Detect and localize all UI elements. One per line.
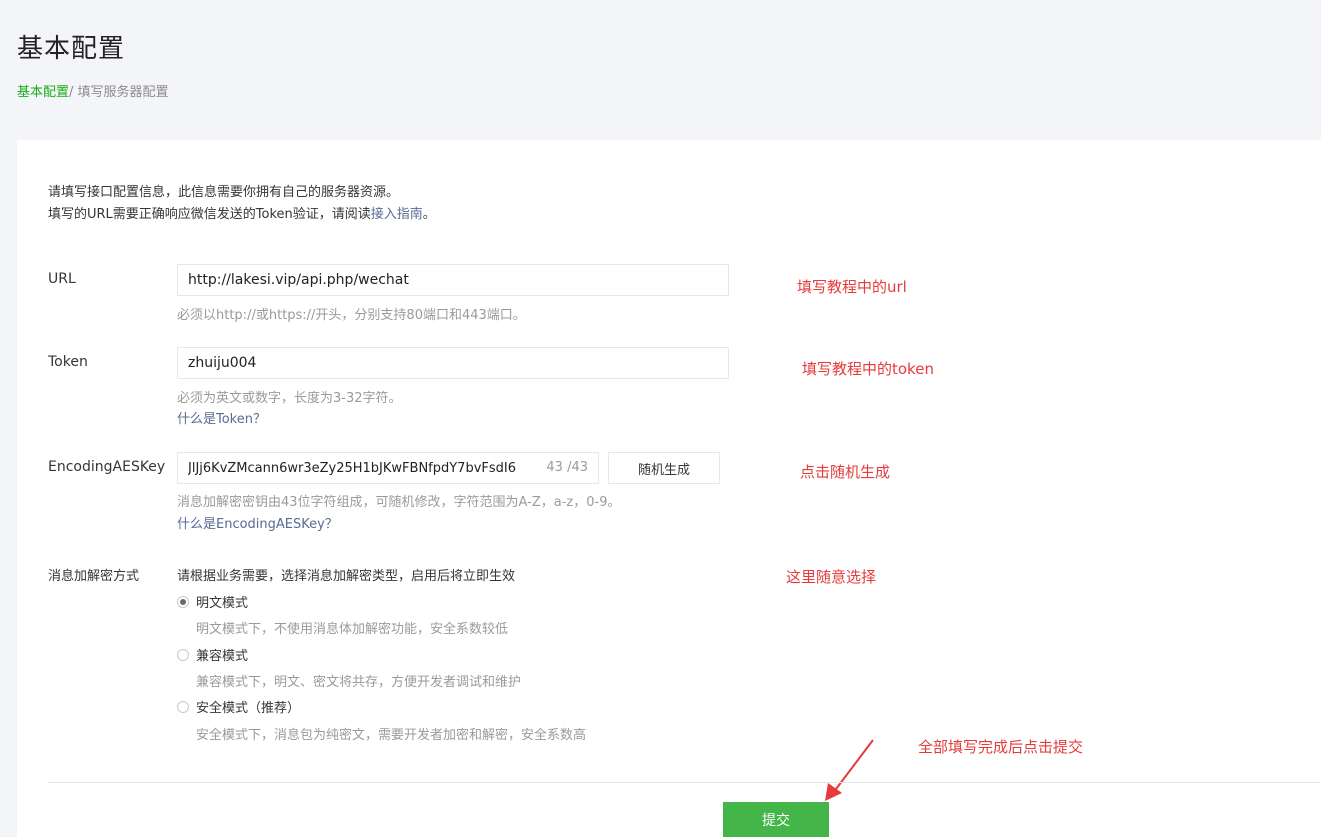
radio-unchecked-icon[interactable] <box>177 700 189 713</box>
url-input[interactable] <box>177 264 729 296</box>
what-is-aes-link[interactable]: 什么是EncodingAESKey？ <box>177 513 338 532</box>
mode-label: 消息加解密方式 <box>48 569 140 584</box>
token-label: Token <box>48 354 88 370</box>
arrow-icon <box>825 739 874 801</box>
intro-text: 请填写接口配置信息，此信息需要你拥有自己的服务器资源。 填写的URL需要正确响应… <box>48 182 436 226</box>
breadcrumb: 基本配置/ 填写服务器配置 <box>17 81 169 100</box>
aes-field: 43 /43 <box>177 452 599 484</box>
token-annotation: 填写教程中的token <box>802 360 934 378</box>
url-annotation: 填写教程中的url <box>797 278 907 296</box>
mode-option-plaintext[interactable]: 明文模式 <box>177 592 248 611</box>
mode-description: 请根据业务需要，选择消息加解密类型，启用后将立即生效 <box>177 569 516 584</box>
token-input[interactable] <box>177 347 729 379</box>
url-label: URL <box>48 271 76 287</box>
mode-option-desc: 明文模式下，不使用消息体加解密功能，安全系数较低 <box>196 622 509 637</box>
intro-line-1: 请填写接口配置信息，此信息需要你拥有自己的服务器资源。 <box>48 185 400 200</box>
url-tip: 必须以http://或https://开头，分别支持80端口和443端口。 <box>177 308 526 323</box>
aes-input[interactable] <box>178 453 533 483</box>
intro-line-2: 填写的URL需要正确响应微信发送的Token验证，请阅读接入指南。 <box>48 204 436 226</box>
random-generate-button[interactable]: 随机生成 <box>608 452 720 484</box>
aes-tip: 消息加解密密钥由43位字符组成，可随机修改，字符范围为A-Z，a-z，0-9。 <box>177 495 621 510</box>
divider <box>47 782 1321 783</box>
radio-unchecked-icon[interactable] <box>177 648 189 661</box>
mode-option-secure[interactable]: 安全模式（推荐） <box>177 697 300 716</box>
page-title: 基本配置 <box>17 34 126 64</box>
what-is-token-link[interactable]: 什么是Token？ <box>177 408 266 427</box>
breadcrumb-current: 填写服务器配置 <box>73 85 169 100</box>
aes-label: EncodingAESKey <box>48 459 166 475</box>
mode-option-label: 兼容模式 <box>196 649 249 664</box>
aes-annotation: 点击随机生成 <box>800 463 891 481</box>
mode-option-desc: 安全模式下，消息包为纯密文，需要开发者加密和解密，安全系数高 <box>196 728 587 743</box>
mode-option-label: 明文模式 <box>196 596 249 611</box>
submit-annotation: 全部填写完成后点击提交 <box>918 738 1084 756</box>
mode-option-desc: 兼容模式下，明文、密文将共存，方便开发者调试和维护 <box>196 675 522 690</box>
token-tip: 必须为英文或数字，长度为3-32字符。 <box>177 391 402 406</box>
submit-button[interactable]: 提交 <box>723 802 829 837</box>
mode-annotation: 这里随意选择 <box>786 568 877 586</box>
mode-option-label: 安全模式（推荐） <box>196 701 301 716</box>
intro-line-2-prefix: 填写的URL需要正确响应微信发送的Token验证，请阅读 <box>48 207 371 222</box>
radio-checked-icon[interactable] <box>177 595 189 608</box>
access-guide-link[interactable]: 接入指南 <box>371 207 423 222</box>
intro-line-2-suffix: 。 <box>422 207 436 222</box>
aes-char-count: 43 /43 <box>546 460 588 475</box>
breadcrumb-link-basic-config[interactable]: 基本配置 <box>17 85 69 100</box>
mode-option-compatible[interactable]: 兼容模式 <box>177 645 248 664</box>
